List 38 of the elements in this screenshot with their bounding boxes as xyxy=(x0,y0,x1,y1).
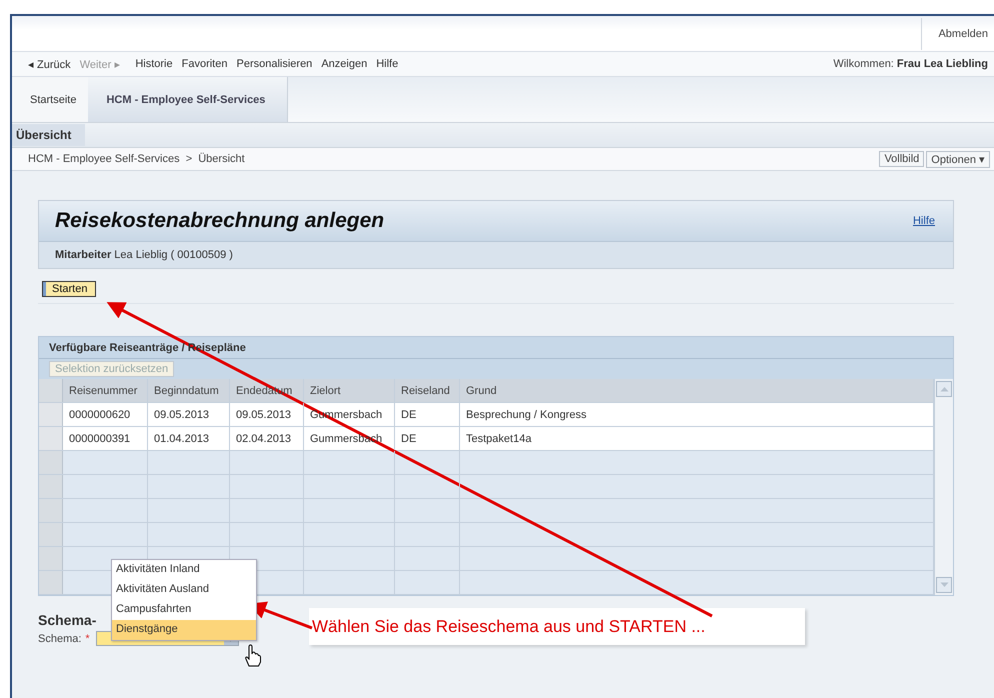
nav-link[interactable]: Anzeigen xyxy=(321,58,368,70)
table-cell: DE xyxy=(395,427,460,450)
dropdown-option[interactable]: Dienstgänge xyxy=(112,620,256,640)
back-link[interactable]: ◂ Zurück xyxy=(28,58,71,70)
column-header: Reiseland xyxy=(395,379,460,402)
start-button[interactable]: Starten xyxy=(42,281,96,297)
help-link[interactable]: Hilfe xyxy=(912,215,935,227)
callout-text: Wählen Sie das Reiseschema aus und STARTEN ... xyxy=(312,616,706,636)
subtab[interactable]: Übersicht xyxy=(12,124,86,146)
welcome-text: Wilkommen: Frau Lea Liebling xyxy=(833,58,988,70)
toolbar-button[interactable]: Optionen ▾ xyxy=(926,150,990,168)
column-header: Zielort xyxy=(304,379,395,402)
dropdown-option[interactable]: Aktivitäten Inland xyxy=(112,560,256,580)
breadcrumb: HCM - Employee Self-Services > Übersicht xyxy=(28,153,245,165)
required-mark: * xyxy=(85,632,90,644)
column-header: Beginndatum xyxy=(148,379,230,402)
logout-link[interactable]: Abmelden xyxy=(921,18,994,50)
table-cell: 0000000620 xyxy=(63,403,148,426)
toolbar-button[interactable]: Vollbild xyxy=(879,151,924,167)
employee-text: Mitarbeiter Lea Lieblig ( 00100509 ) xyxy=(55,249,233,261)
table-cell: 09.05.2013 xyxy=(148,403,230,426)
column-header: Reisenummer xyxy=(63,379,148,402)
dropdown-option[interactable]: Campusfahrten xyxy=(112,600,256,620)
nav-link[interactable]: Historie xyxy=(135,58,173,70)
nav-link[interactable]: Personalisieren xyxy=(236,58,312,70)
nav-link[interactable]: Favoriten xyxy=(182,58,228,70)
tab[interactable]: Startseite xyxy=(12,77,88,122)
table-cell: 09.05.2013 xyxy=(230,403,304,426)
field-label: Schema: xyxy=(38,632,82,644)
table-cell: 02.04.2013 xyxy=(230,427,304,450)
page-title: Reisekostenabrechnung anlegen xyxy=(55,209,384,233)
section-heading: Schema- xyxy=(38,612,96,628)
table-cell: 01.04.2013 xyxy=(148,427,230,450)
dropdown-option[interactable]: Aktivitäten Ausland xyxy=(112,580,256,600)
tab[interactable]: HCM - Employee Self-Services xyxy=(88,77,288,122)
nav-link[interactable]: Hilfe xyxy=(376,58,398,70)
table-cell: DE xyxy=(395,403,460,426)
table-cell: 0000000391 xyxy=(63,427,148,450)
